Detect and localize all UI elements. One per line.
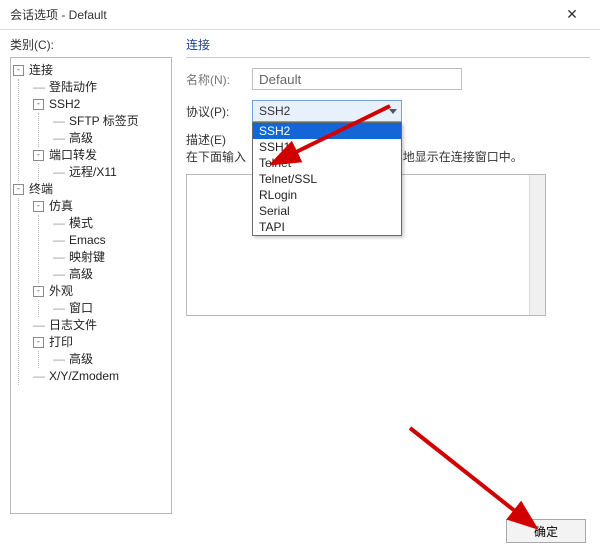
tree-node-window[interactable]: —窗口	[53, 300, 169, 317]
tree-node-terminal[interactable]: - 终端	[13, 181, 169, 198]
expand-icon[interactable]: -	[33, 337, 44, 348]
category-tree[interactable]: - 连接 — 登陆动作 - SSH2	[10, 57, 172, 514]
protocol-option-serial[interactable]: Serial	[253, 203, 401, 219]
scrollbar[interactable]	[529, 175, 545, 315]
protocol-option-tapi[interactable]: TAPI	[253, 219, 401, 235]
tree-node-ssh2[interactable]: - SSH2	[33, 96, 169, 113]
expand-icon[interactable]: -	[33, 286, 44, 297]
expand-icon[interactable]: -	[33, 150, 44, 161]
tree-node-connection[interactable]: - 连接	[13, 62, 169, 79]
protocol-option-telnetssl[interactable]: Telnet/SSL	[253, 171, 401, 187]
tree-node-zmodem[interactable]: —X/Y/Zmodem	[33, 368, 169, 385]
tree-node-advanced-emu[interactable]: —高级	[53, 266, 169, 283]
tree-node-mapkeys[interactable]: —映射键	[53, 249, 169, 266]
expand-icon[interactable]: -	[13, 65, 24, 76]
window-title: 会话选项 - Default	[10, 6, 107, 23]
tree-node-print[interactable]: - 打印	[33, 334, 169, 351]
category-label: 类别(C):	[10, 36, 172, 53]
name-label: 名称(N):	[186, 71, 252, 88]
section-title: 连接	[186, 36, 590, 58]
protocol-option-telnet[interactable]: Telnet	[253, 155, 401, 171]
tree-node-advanced[interactable]: — 高级	[53, 130, 169, 147]
description-hint-b: 地显示在连接窗口中。	[403, 150, 523, 164]
protocol-label: 协议(P):	[186, 103, 252, 120]
name-input[interactable]	[252, 68, 462, 90]
protocol-dropdown[interactable]: SSH2	[252, 100, 402, 122]
expand-icon[interactable]: -	[33, 99, 44, 110]
tree-node-login-action[interactable]: — 登陆动作	[33, 79, 169, 96]
tree-node-logfile[interactable]: —日志文件	[33, 317, 169, 334]
tree-node-emulation[interactable]: - 仿真	[33, 198, 169, 215]
title-bar: 会话选项 - Default ✕	[0, 0, 600, 30]
protocol-dropdown-list[interactable]: SSH2 SSH1 Telnet Telnet/SSL RLogin Seria…	[252, 122, 402, 236]
close-button[interactable]: ✕	[552, 1, 592, 29]
description-label: 描述(E)	[186, 133, 226, 147]
tree-node-mode[interactable]: —模式	[53, 215, 169, 232]
tree-node-appearance[interactable]: - 外观	[33, 283, 169, 300]
expand-icon[interactable]: -	[33, 201, 44, 212]
close-icon: ✕	[566, 6, 578, 23]
tree-node-print-advanced[interactable]: —高级	[53, 351, 169, 368]
expand-icon[interactable]: -	[13, 184, 24, 195]
chevron-down-icon	[389, 109, 397, 114]
protocol-value: SSH2	[259, 104, 290, 118]
tree-node-port-forward[interactable]: - 端口转发	[33, 147, 169, 164]
ok-button[interactable]: 确定	[506, 519, 586, 543]
tree-node-sftp-tab[interactable]: — SFTP 标签页	[53, 113, 169, 130]
tree-node-remote-x11[interactable]: — 远程/X11	[53, 164, 169, 181]
protocol-option-ssh1[interactable]: SSH1	[253, 139, 401, 155]
tree-node-emacs[interactable]: —Emacs	[53, 232, 169, 249]
description-hint-a: 在下面输入	[186, 150, 246, 164]
protocol-option-rlogin[interactable]: RLogin	[253, 187, 401, 203]
protocol-option-ssh2[interactable]: SSH2	[253, 123, 401, 139]
